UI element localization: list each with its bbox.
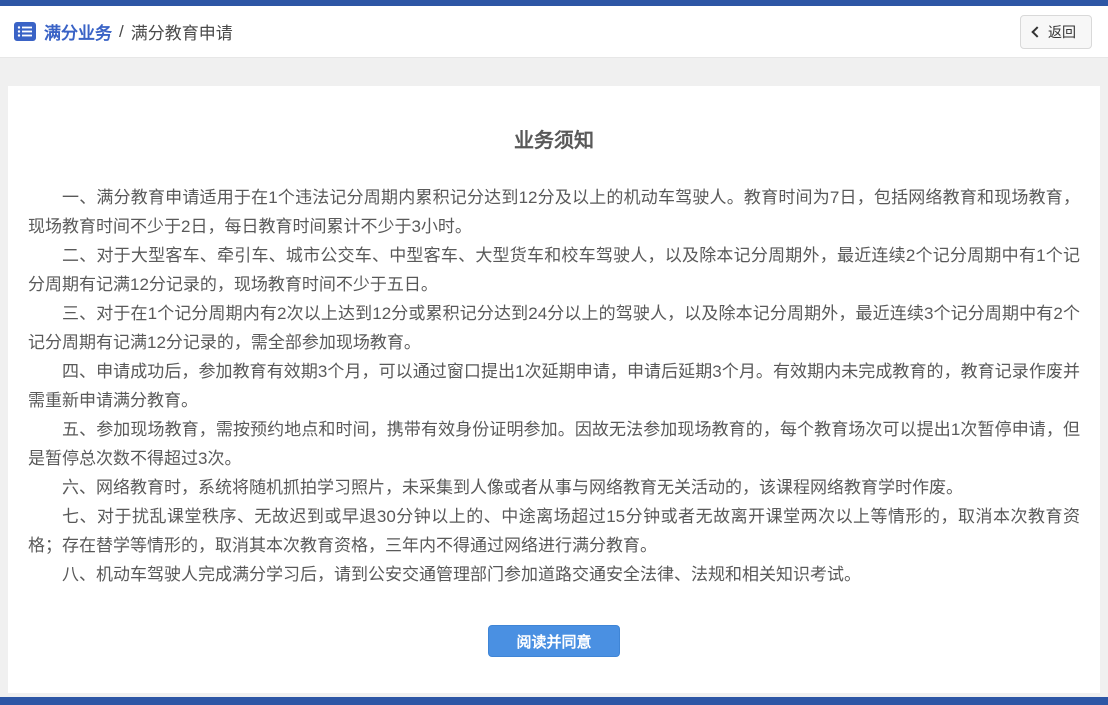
breadcrumb-section-manfen-yewu[interactable]: 满分业务: [44, 19, 112, 44]
agree-button[interactable]: 阅读并同意: [488, 625, 620, 657]
breadcrumb-current-page: 满分教育申请: [131, 19, 233, 44]
page-header: 满分业务 / 满分教育申请 返回: [0, 6, 1108, 58]
back-button-label: 返回: [1048, 22, 1076, 42]
notice-paragraph: 二、对于大型客车、牵引车、城市公交车、中型客车、大型货车和校车驾驶人，以及除本记…: [28, 241, 1080, 299]
notice-title: 业务须知: [28, 124, 1080, 153]
bottom-accent-bar: [0, 697, 1108, 705]
notice-paragraph: 六、网络教育时，系统将随机抓拍学习照片，未采集到人像或者从事与网络教育无关活动的…: [28, 473, 1080, 502]
breadcrumb-separator: /: [119, 22, 124, 42]
notice-body: 一、满分教育申请适用于在1个违法记分周期内累积记分达到12分及以上的机动车驾驶人…: [28, 183, 1080, 589]
notice-paragraph: 五、参加现场教育，需按预约地点和时间，携带有效身份证明参加。因故无法参加现场教育…: [28, 415, 1080, 473]
notice-paragraph: 四、申请成功后，参加教育有效期3个月，可以通过窗口提出1次延期申请，申请后延期3…: [28, 357, 1080, 415]
list-icon: [14, 22, 36, 41]
notice-card: 业务须知 一、满分教育申请适用于在1个违法记分周期内累积记分达到12分及以上的机…: [8, 86, 1100, 693]
page-content: 业务须知 一、满分教育申请适用于在1个违法记分周期内累积记分达到12分及以上的机…: [0, 58, 1108, 697]
notice-paragraph: 一、满分教育申请适用于在1个违法记分周期内累积记分达到12分及以上的机动车驾驶人…: [28, 183, 1080, 241]
chevron-left-icon: [1031, 26, 1042, 37]
notice-paragraph: 七、对于扰乱课堂秩序、无故迟到或早退30分钟以上的、中途离场超过15分钟或者无故…: [28, 502, 1080, 560]
notice-paragraph: 三、对于在1个记分周期内有2次以上达到12分或累积记分达到24分以上的驾驶人，以…: [28, 299, 1080, 357]
breadcrumb: 满分业务 / 满分教育申请: [14, 19, 233, 44]
notice-paragraph: 八、机动车驾驶人完成满分学习后，请到公安交通管理部门参加道路交通安全法律、法规和…: [28, 560, 1080, 589]
back-button[interactable]: 返回: [1020, 15, 1092, 49]
